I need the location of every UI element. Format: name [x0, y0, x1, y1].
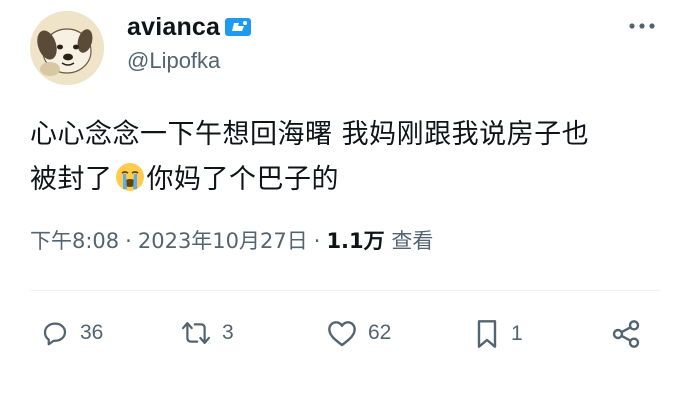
flag-badge-icon: [224, 16, 252, 38]
bookmark-count: 1: [511, 322, 523, 345]
tweet-text-line-2-before: 被封了: [30, 164, 113, 195]
author-handle[interactable]: @Lipofka: [127, 48, 220, 74]
retweet-icon: [180, 318, 212, 348]
retweet-count: 3: [222, 321, 234, 344]
divider: [30, 290, 660, 291]
tweet-text-line-2: 被封了 你妈了个巴子的: [30, 157, 660, 202]
author-display-name[interactable]: avianca: [127, 13, 220, 42]
tweet-text-line-2-after: 你妈了个巴子的: [146, 164, 339, 195]
action-bar: 36 3 62 1: [30, 312, 660, 356]
views-count[interactable]: 1.1万: [326, 229, 384, 253]
tweet-card: avianca @Lipofka 心心念念一下午想回海曙 我妈刚跟我说房子也 被…: [0, 0, 690, 415]
share-icon: [610, 318, 642, 350]
bookmark-icon: [473, 318, 501, 350]
heart-icon: [326, 318, 358, 348]
retweet-button[interactable]: 3: [180, 318, 234, 348]
like-button[interactable]: 62: [326, 318, 391, 348]
views-label: 查看: [391, 229, 434, 253]
tweet-meta: 下午8:08 · 2023年10月27日 · 1.1万 查看: [30, 225, 433, 255]
cartoon-dog-avatar-icon: [30, 11, 104, 85]
loudly-crying-face-emoji-icon: [114, 161, 146, 193]
meta-separator: ·: [125, 229, 132, 253]
tweet-time[interactable]: 下午8:08: [30, 229, 119, 253]
avatar[interactable]: [30, 11, 104, 85]
reply-icon: [40, 318, 70, 348]
meta-separator-2: ·: [313, 229, 321, 253]
share-button[interactable]: [610, 318, 642, 350]
tweet-text: 心心念念一下午想回海曙 我妈刚跟我说房子也 被封了 你妈了个巴子的: [30, 112, 660, 202]
tweet-text-line-1: 心心念念一下午想回海曙 我妈刚跟我说房子也: [30, 119, 590, 150]
reply-button[interactable]: 36: [40, 318, 103, 348]
tweet-date[interactable]: 2023年10月27日: [138, 229, 308, 253]
reply-count: 36: [80, 321, 104, 344]
author-name-row: avianca: [127, 11, 252, 43]
like-count: 62: [368, 321, 392, 344]
bookmark-button[interactable]: 1: [473, 318, 523, 350]
more-options-icon[interactable]: [628, 18, 656, 34]
